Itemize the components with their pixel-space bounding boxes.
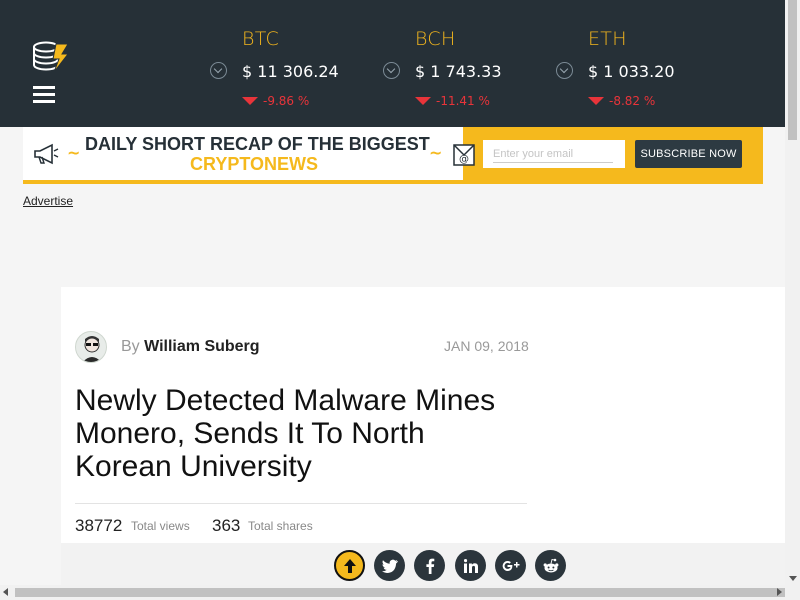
publish-date: JAN 09, 2018 bbox=[444, 338, 529, 354]
newsletter-banner: ~ DAILY SHORT RECAP OF THE BIGGEST CRYPT… bbox=[23, 127, 763, 184]
top-header: BTC $ 11 306.24 -9.86 % BCH $ 1 743.33 -… bbox=[0, 0, 785, 127]
reddit-icon[interactable] bbox=[535, 550, 566, 581]
article-card: By William Suberg JAN 09, 2018 Newly Det… bbox=[61, 287, 785, 585]
divider bbox=[75, 503, 527, 504]
facebook-icon[interactable] bbox=[414, 550, 445, 581]
hamburger-icon[interactable] bbox=[33, 86, 55, 106]
shares-count: 363 bbox=[212, 516, 241, 535]
chevron-down-icon[interactable] bbox=[210, 62, 227, 79]
twitter-icon[interactable] bbox=[374, 550, 405, 581]
scrollbar-thumb[interactable] bbox=[788, 0, 797, 140]
ticker-symbol: BTC bbox=[242, 28, 280, 50]
ticker-price: $ 1 033.20 bbox=[588, 62, 675, 81]
advertise-link[interactable]: Advertise bbox=[23, 194, 73, 208]
ticker-change: -11.41 % bbox=[436, 94, 490, 108]
article-title: Newly Detected Malware Mines Monero, Sen… bbox=[75, 384, 496, 483]
arrow-up-icon[interactable] bbox=[334, 550, 365, 581]
mail-icon: @ bbox=[453, 144, 475, 166]
ticker-change: -9.86 % bbox=[263, 94, 310, 108]
down-arrow-icon bbox=[588, 97, 604, 105]
megaphone-icon bbox=[34, 143, 59, 165]
vertical-scrollbar[interactable] bbox=[785, 0, 800, 585]
logo-icon[interactable] bbox=[32, 40, 70, 74]
ticker-symbol: BCH bbox=[415, 28, 456, 50]
email-underline bbox=[493, 162, 613, 163]
scroll-right-arrow-icon[interactable] bbox=[777, 588, 782, 596]
email-field[interactable] bbox=[483, 140, 625, 168]
scroll-left-arrow-icon[interactable] bbox=[3, 588, 8, 596]
banner-highlight: CRYPTONEWS bbox=[190, 154, 319, 174]
author-avatar[interactable] bbox=[75, 331, 107, 363]
ticker-price: $ 1 743.33 bbox=[415, 62, 502, 81]
chevron-down-icon[interactable] bbox=[383, 62, 400, 79]
author-name-link[interactable]: William Suberg bbox=[144, 338, 259, 355]
ticker-price: $ 11 306.24 bbox=[242, 62, 339, 81]
scrollbar-thumb[interactable] bbox=[15, 588, 785, 597]
scroll-down-arrow-icon[interactable] bbox=[789, 576, 797, 581]
decorative-tilde-icon: ~ bbox=[67, 143, 81, 162]
svg-text:@: @ bbox=[459, 154, 469, 165]
down-arrow-icon bbox=[415, 97, 431, 105]
views-count: 38772 bbox=[75, 516, 123, 535]
ticker-symbol: ETH bbox=[588, 28, 627, 50]
ticker-change: -8.82 % bbox=[609, 94, 656, 108]
chevron-down-icon[interactable] bbox=[556, 62, 573, 79]
subscribe-button[interactable]: SUBSCRIBE NOW bbox=[635, 140, 742, 168]
banner-text-panel: ~ DAILY SHORT RECAP OF THE BIGGEST CRYPT… bbox=[23, 127, 463, 182]
decorative-tilde-icon: ~ bbox=[429, 143, 443, 162]
views-label: Total views bbox=[131, 519, 190, 533]
down-arrow-icon bbox=[242, 97, 258, 105]
author-byline: By William Suberg bbox=[121, 338, 260, 356]
google-plus-icon[interactable] bbox=[495, 550, 526, 581]
shares-label: Total shares bbox=[248, 519, 313, 533]
banner-headline: DAILY SHORT RECAP OF THE BIGGEST bbox=[85, 134, 430, 154]
linkedin-icon[interactable] bbox=[455, 550, 486, 581]
horizontal-scrollbar[interactable] bbox=[0, 585, 800, 600]
byline-prefix: By bbox=[121, 338, 140, 355]
